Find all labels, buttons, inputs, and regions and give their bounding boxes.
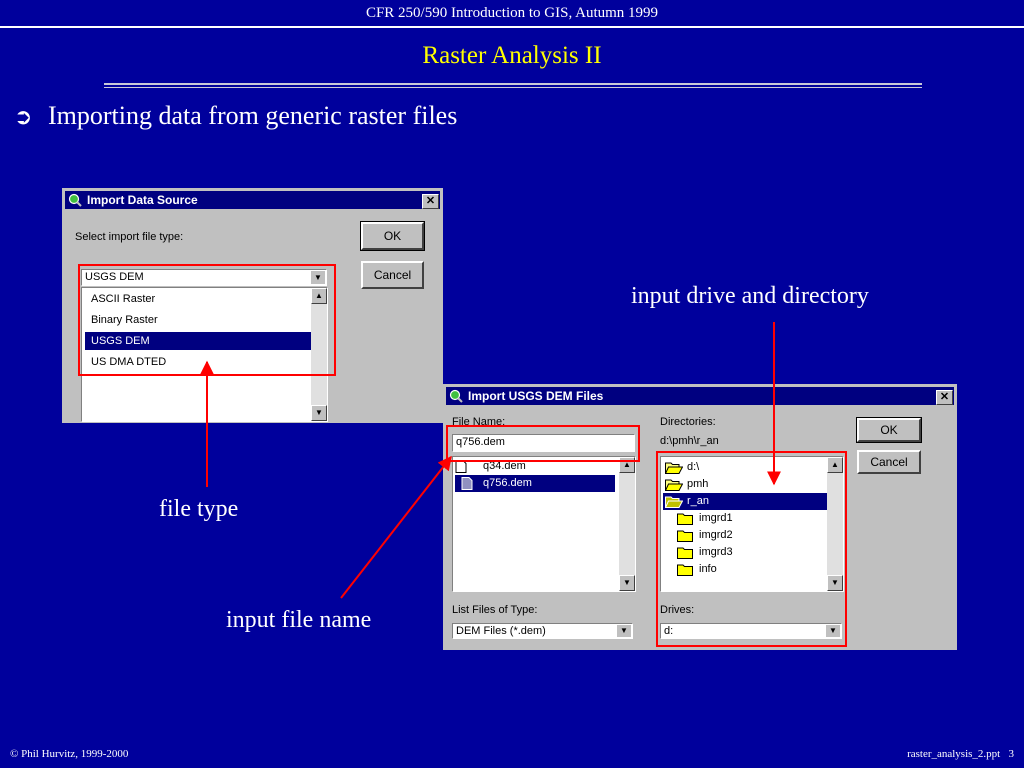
directory-callout: input drive and directory	[631, 283, 869, 309]
title-rule-thin	[104, 87, 922, 88]
file-type-callout: file type	[159, 496, 239, 522]
footer-copyright: © Phil Hurvitz, 1999-2000	[10, 748, 129, 760]
file-type-prompt: Select import file type:	[75, 231, 184, 243]
file-name-highlight	[446, 425, 640, 462]
ok-button[interactable]: OK	[856, 417, 922, 443]
cancel-button[interactable]: Cancel	[361, 261, 424, 289]
bullet-text: Importing data from generic raster files	[48, 101, 458, 130]
title-rule	[104, 83, 922, 85]
dropdown-arrow-icon[interactable]: ▼	[616, 625, 631, 637]
dialog-title: Import USGS DEM Files	[468, 389, 604, 403]
file-list-scrollbar[interactable]: ▲ ▼	[619, 457, 635, 591]
header: CFR 250/590 Introduction to GIS, Autumn …	[365, 5, 659, 21]
directory-highlight	[656, 451, 847, 647]
file-type-highlight	[78, 264, 336, 376]
directories-label: Directories:	[660, 416, 716, 428]
magnifier-globe-icon	[68, 193, 82, 207]
slide-title: Raster Analysis II	[422, 42, 602, 69]
bullet-arrow-icon: ➲	[14, 105, 33, 130]
file-name-arrow-icon	[340, 455, 452, 599]
magnifier-globe-icon	[449, 389, 463, 403]
header-rule	[0, 26, 1024, 28]
dialog-titlebar: Import USGS DEM Files ✕	[446, 387, 954, 405]
bullet-point: ➲ Importing data from generic raster file…	[14, 101, 457, 131]
scroll-down-icon[interactable]: ▼	[311, 405, 327, 421]
current-directory: d:\pmh\r_an	[660, 435, 719, 447]
list-item-selected[interactable]: q756.dem	[455, 475, 615, 492]
footer-filename: raster_analysis_2.ppt 3	[907, 748, 1014, 760]
file-icon	[461, 477, 473, 490]
file-name-callout: input file name	[226, 607, 372, 633]
file-types-combobox[interactable]: DEM Files (*.dem) ▼	[452, 623, 633, 639]
close-button[interactable]: ✕	[422, 194, 439, 209]
dialog-titlebar: Import Data Source ✕	[65, 191, 440, 209]
dialog-title: Import Data Source	[87, 193, 198, 207]
ok-button[interactable]: OK	[360, 221, 425, 251]
close-button[interactable]: ✕	[936, 390, 953, 405]
cancel-button[interactable]: Cancel	[857, 450, 921, 474]
scroll-down-icon[interactable]: ▼	[619, 575, 635, 591]
file-types-label: List Files of Type:	[452, 604, 538, 616]
file-list[interactable]: q34.dem q756.dem ▲ ▼	[452, 456, 636, 592]
